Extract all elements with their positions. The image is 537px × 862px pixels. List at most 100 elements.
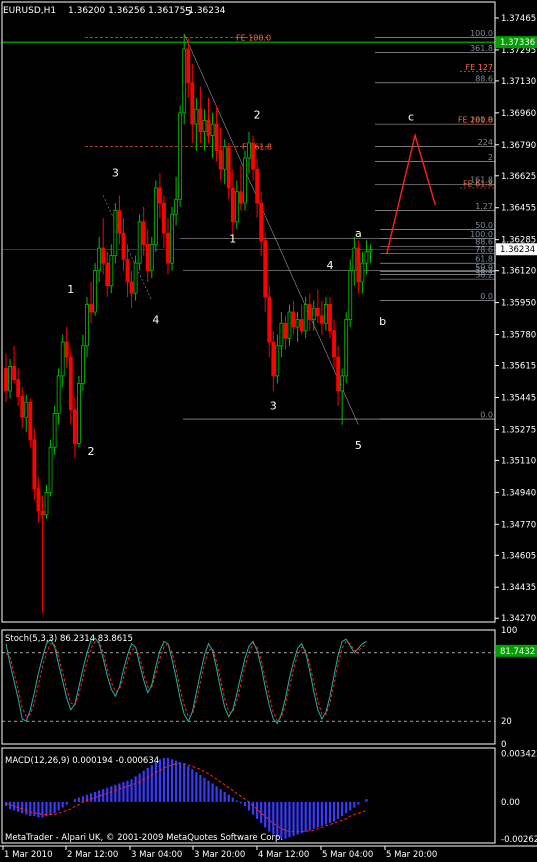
price-tick-label: 1.36790 xyxy=(501,141,536,151)
candle-body xyxy=(174,198,179,215)
candle-body xyxy=(336,356,341,392)
candle-body xyxy=(28,401,33,441)
fib-level-label: 1.27 xyxy=(475,202,493,211)
candle-body xyxy=(222,146,227,170)
fib-level-label: FE 61.8 xyxy=(463,180,493,189)
candle-body xyxy=(271,341,276,377)
candle-body xyxy=(97,247,102,272)
candle-body xyxy=(48,446,53,493)
main-price-pane: 100.0361.8FE 12788.6261.8FE 100.02242161… xyxy=(2,5,495,613)
candle-body xyxy=(129,281,134,294)
candle-body xyxy=(101,247,106,264)
candle-body xyxy=(113,210,118,257)
candle-body xyxy=(145,243,150,272)
fe-level-label: FE 61.8 xyxy=(242,143,272,152)
candle-body xyxy=(251,142,255,170)
wave-label: 1 xyxy=(67,283,74,296)
candle-body xyxy=(198,108,203,133)
candle-body xyxy=(93,270,97,313)
time-tick-label: 1 Mar 2010 xyxy=(4,850,52,860)
candle-body xyxy=(12,366,17,381)
price-tick-label: 1.35780 xyxy=(501,331,536,341)
price-tick-label: 1.36625 xyxy=(501,172,536,182)
candle-body xyxy=(170,213,174,264)
fib-level-label: 78.6 xyxy=(475,245,493,254)
candle-body xyxy=(8,366,12,392)
wave-label: 4 xyxy=(327,259,334,272)
macd-signal-line xyxy=(5,763,367,833)
candle-body xyxy=(24,401,29,418)
candle-body xyxy=(81,345,85,384)
candle-body xyxy=(153,187,158,245)
candle-body xyxy=(263,240,268,298)
stoch-tick-label: 20 xyxy=(501,717,512,727)
time-tick-label: 3 Mar 04:00 xyxy=(131,850,182,860)
candle-body xyxy=(36,488,41,512)
candle-body xyxy=(64,341,69,358)
candle-body xyxy=(234,191,239,223)
candle-body xyxy=(283,322,288,339)
price-tick-label: 1.34270 xyxy=(501,614,536,624)
fe-level-label: FE 100.0 xyxy=(236,34,271,43)
candle-body xyxy=(20,396,25,418)
fib-level-label: FE 100.0 xyxy=(458,116,493,125)
candle-body xyxy=(32,439,37,490)
macd-tick-label: 0.003422 xyxy=(501,749,537,759)
candle-body xyxy=(230,187,235,223)
candle-body xyxy=(44,491,49,516)
candle-body xyxy=(226,146,231,189)
fib-level-label: 0.0 xyxy=(480,292,493,301)
candle-body xyxy=(360,262,365,283)
projection-path xyxy=(386,132,436,254)
fib-level-label: 2 xyxy=(488,153,493,162)
fib-level-label: 0.0 xyxy=(480,411,493,420)
candle-body xyxy=(259,202,264,242)
time-tick-label: 3 Mar 20:00 xyxy=(194,850,245,860)
candle-body xyxy=(315,307,320,317)
last-price-label: 1.36234 xyxy=(500,245,535,255)
candle-body xyxy=(299,319,304,332)
candle-body xyxy=(202,119,207,133)
fib-level-label: 88.6 xyxy=(475,74,493,83)
wave-label: b xyxy=(379,315,386,328)
time-tick-label: 5 Mar 04:00 xyxy=(322,850,373,860)
wave-label: 2 xyxy=(254,108,261,121)
price-tick-label: 1.35110 xyxy=(501,456,536,466)
price-tick-label: 1.34940 xyxy=(501,488,536,498)
candle-body xyxy=(311,307,316,320)
copyright-footer: MetaTrader - Alpari UK, © 2001-2009 Meta… xyxy=(5,833,283,843)
candle-body xyxy=(206,119,211,136)
price-tick-label: 1.34770 xyxy=(501,520,536,530)
candle-body xyxy=(247,142,251,159)
candle-body xyxy=(364,251,369,264)
wave-label: c xyxy=(408,110,414,123)
candle-body xyxy=(344,319,349,377)
candle-body xyxy=(141,221,146,245)
candle-body xyxy=(68,356,73,411)
candle-body xyxy=(319,315,324,324)
price-tick-label: 1.35615 xyxy=(501,362,536,372)
wave-label: a xyxy=(355,227,362,240)
stoch-tick-label: 100 xyxy=(501,626,517,636)
candle-body xyxy=(77,382,81,444)
candle-body xyxy=(214,123,219,151)
main-pane-frame xyxy=(1,1,496,623)
candle-body xyxy=(125,258,130,283)
candle-body xyxy=(52,413,57,448)
candle-body xyxy=(275,345,280,377)
price-tick-label: 1.36960 xyxy=(501,109,536,119)
candle-body xyxy=(4,367,8,392)
time-tick-label: 4 Mar 12:00 xyxy=(258,850,309,860)
candle-body xyxy=(117,210,122,234)
candle-body xyxy=(255,168,260,204)
candle-body xyxy=(295,319,300,328)
chart-svg: 100.0361.8FE 12788.6261.8FE 100.02242161… xyxy=(0,1,537,860)
candle-body xyxy=(210,123,215,136)
wave-label: 1 xyxy=(229,232,236,245)
fib-level-label: 100.0 xyxy=(470,29,493,38)
stoch-value-label: 81.7432 xyxy=(500,647,535,657)
candle-body xyxy=(190,82,195,125)
wave-label: 5 xyxy=(355,439,362,452)
candle-body xyxy=(291,311,296,328)
candle-body xyxy=(194,108,199,125)
